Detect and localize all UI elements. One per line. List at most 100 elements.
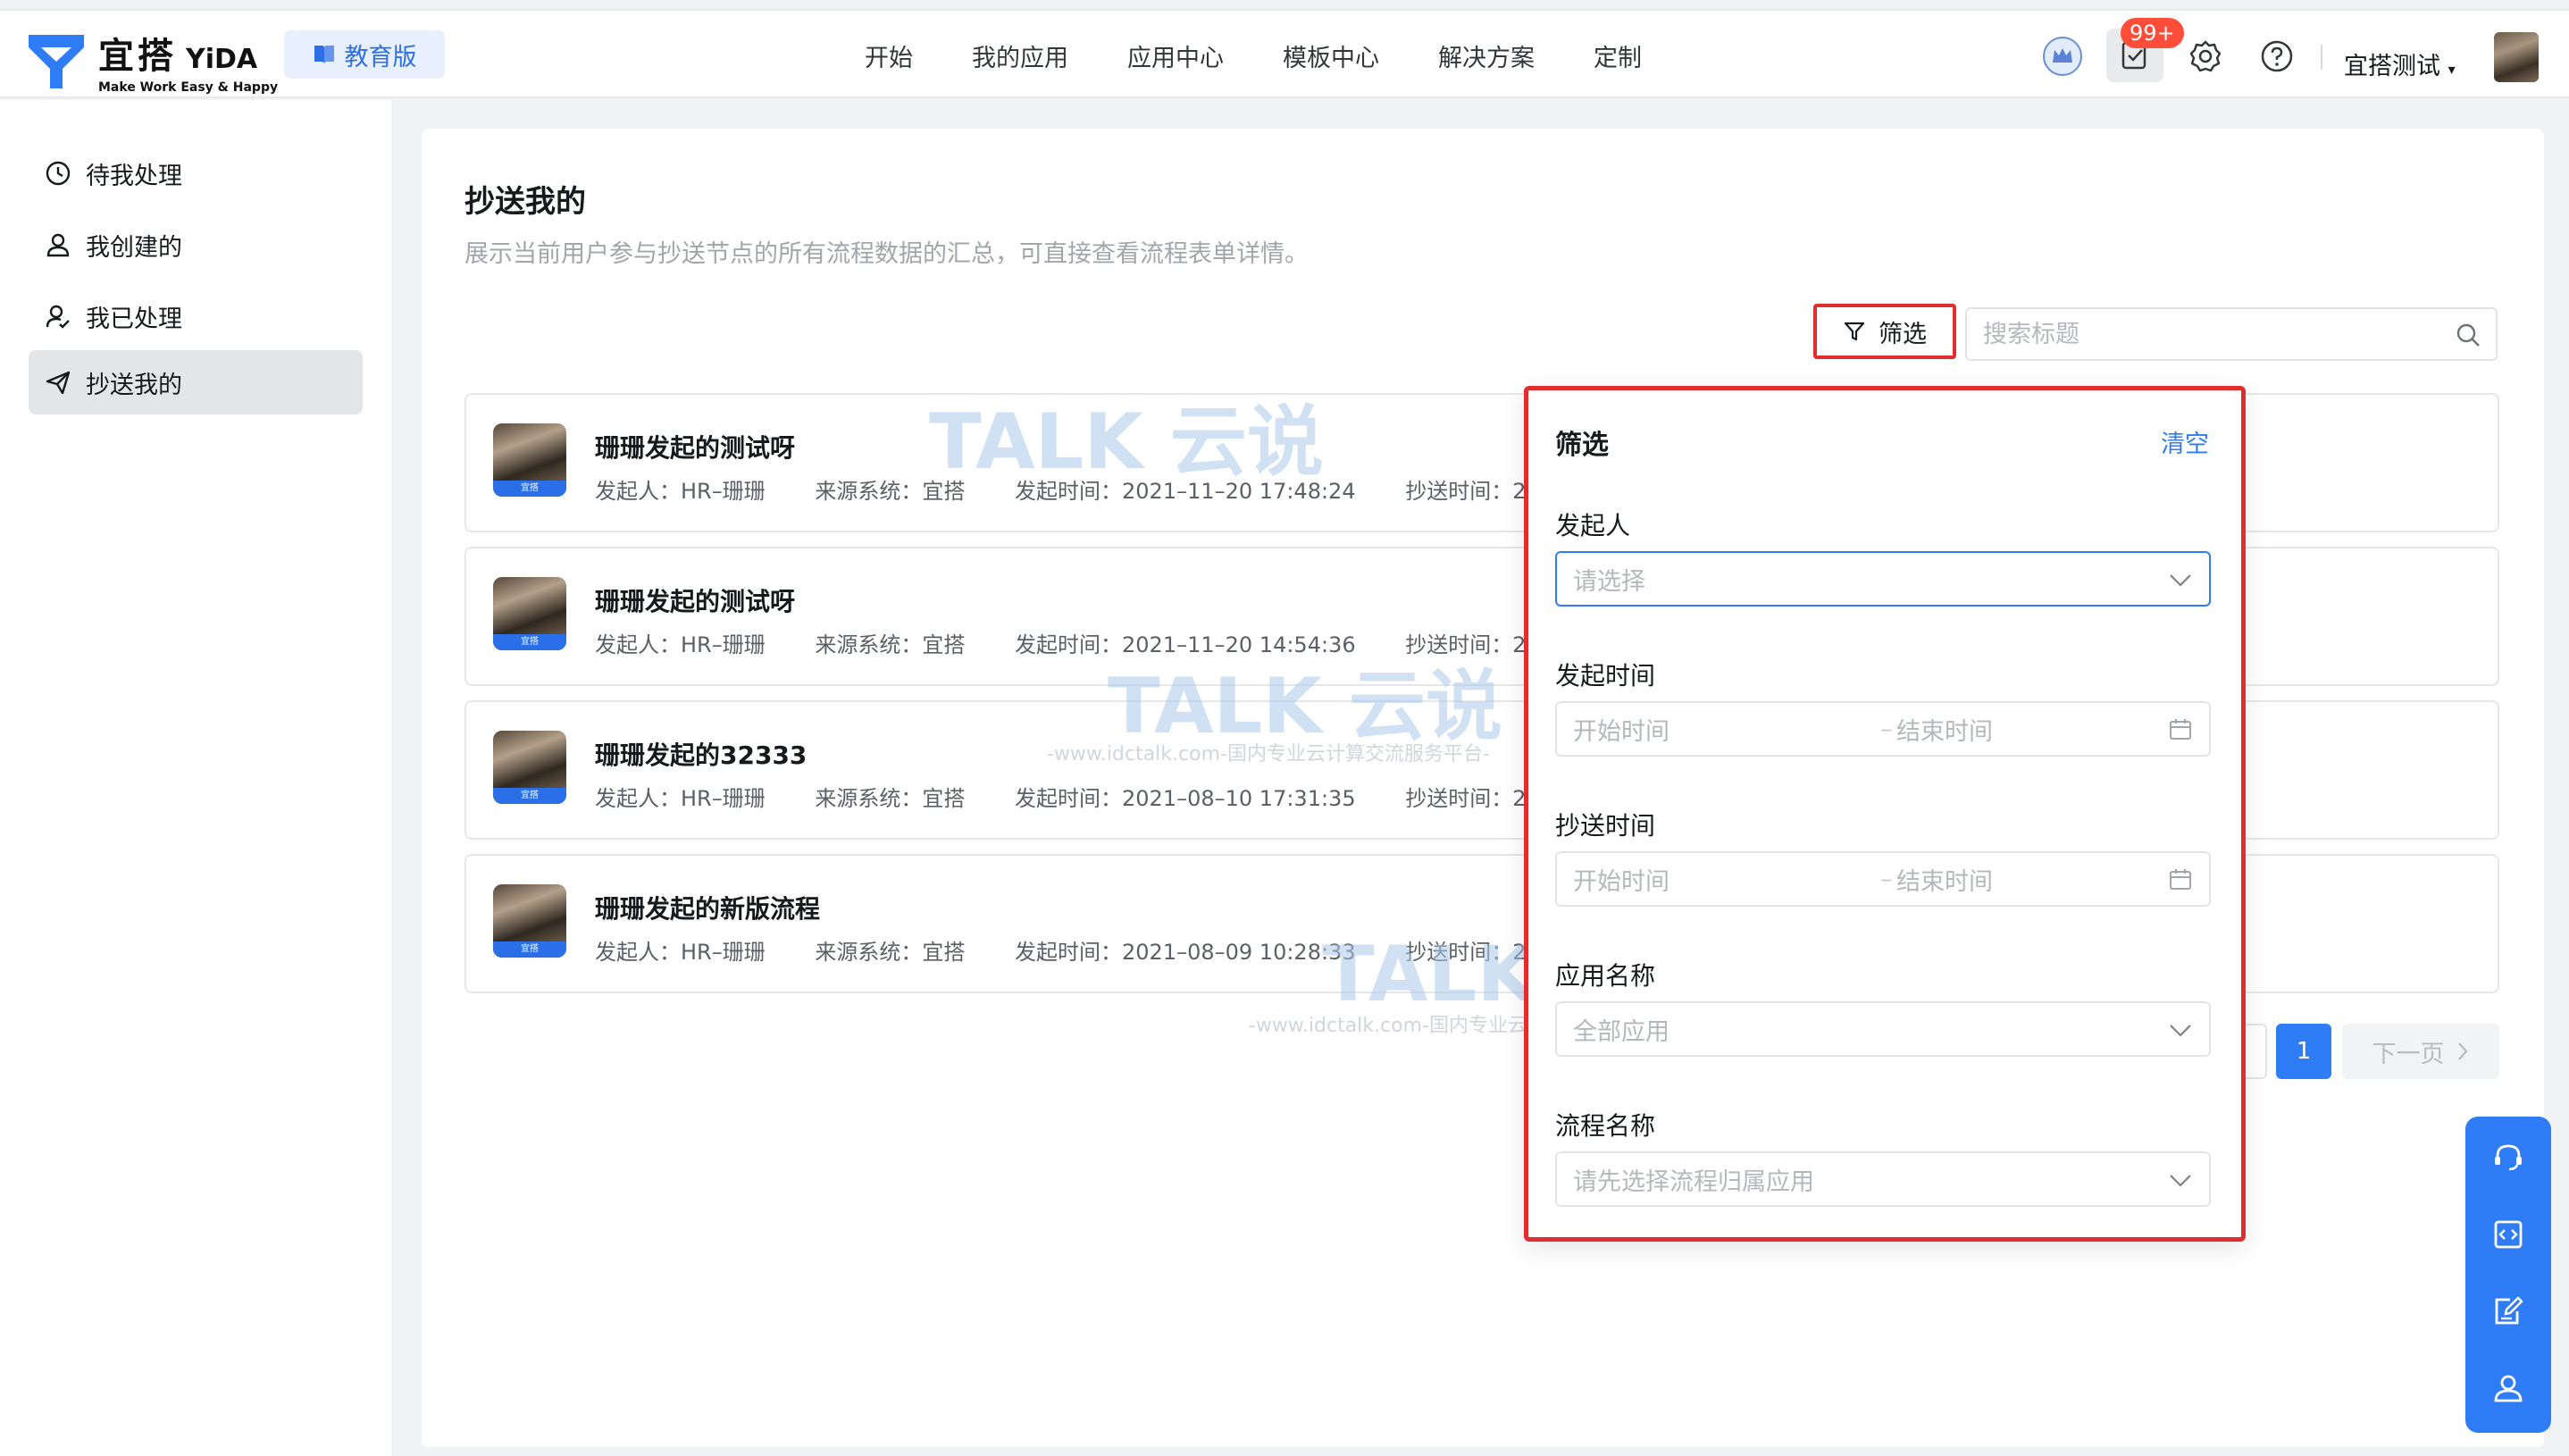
book-icon: [314, 46, 334, 64]
list-item-meta: 发起人：HR–珊珊 来源系统：宜搭 发起时间：2021–08–09 10:28:…: [595, 934, 1526, 966]
page-description: 展示当前用户参与抄送节点的所有流程数据的汇总，可直接查看流程表单详情。: [464, 240, 1309, 268]
yida-logo-icon: [29, 35, 84, 88]
range-end-placeholder: 结束时间: [1896, 717, 1993, 746]
range-separator: –: [1880, 715, 1893, 743]
initiator-select[interactable]: 请选择: [1555, 551, 2211, 607]
range-start-placeholder: 开始时间: [1573, 867, 1669, 896]
nav-template-center[interactable]: 模板中心: [1283, 38, 1379, 73]
app-slogan: Make Work Easy & Happy: [98, 80, 279, 95]
next-page-label: 下一页: [2372, 1040, 2445, 1068]
main-nav: 开始 我的应用 应用中心 模板中心 解决方案 定制: [865, 11, 1701, 100]
top-bar: 宜搭 YiDA Make Work Easy & Happy 教育版 开始 我的…: [0, 9, 2569, 98]
initiator: 发起人：HR–珊珊: [595, 632, 766, 657]
list-item-title: 珊珊发起的32333: [595, 741, 808, 770]
initiator: 发起人：HR–珊珊: [595, 940, 766, 965]
process-name-label: 流程名称: [1555, 1111, 1656, 1141]
start-time-label: 发起时间: [1555, 661, 1656, 690]
list-item-meta: 发起人：HR–珊珊 来源系统：宜搭 发起时间：2021–11–20 14:54:…: [595, 627, 1526, 658]
caret-down-icon: ▾: [2448, 61, 2456, 78]
list-item-title: 珊珊发起的新版流程: [595, 894, 821, 924]
edit-note-icon[interactable]: [2489, 1292, 2528, 1331]
source-system: 来源系统：宜搭: [815, 786, 966, 811]
range-end-placeholder: 结束时间: [1896, 867, 1993, 896]
cc-time-label: 抄送时间: [1555, 811, 1656, 841]
app-avatar: 宜搭: [493, 577, 566, 650]
sidebar-item-label: 我已处理: [86, 305, 182, 333]
calendar-icon: [2170, 719, 2191, 740]
start-time-range-picker[interactable]: 开始时间 – 结束时间: [1555, 701, 2211, 757]
filter-button-label: 筛选: [1879, 320, 1927, 348]
nav-customize[interactable]: 定制: [1594, 38, 1642, 73]
help-icon[interactable]: [2256, 36, 2297, 77]
app-name-cn: 宜搭: [98, 36, 177, 77]
app-name-label: 应用名称: [1555, 961, 1656, 991]
sidebar-item-created[interactable]: 我创建的: [29, 213, 363, 277]
app-logo[interactable]: 宜搭 YiDA Make Work Easy & Happy: [27, 27, 278, 95]
sidebar-item-pending[interactable]: 待我处理: [29, 141, 363, 205]
nav-start[interactable]: 开始: [865, 38, 913, 73]
start-time: 发起时间：2021–11–20 17:48:24: [1015, 479, 1356, 504]
range-separator: –: [1880, 865, 1893, 893]
filter-panel-title: 筛选: [1555, 430, 1609, 461]
filter-clear-link[interactable]: 清空: [2161, 424, 2209, 459]
user-avatar[interactable]: [2494, 32, 2539, 82]
search-box: [1965, 307, 2498, 361]
nav-app-center[interactable]: 应用中心: [1127, 38, 1224, 73]
app-avatar: 宜搭: [493, 423, 566, 497]
nav-solutions[interactable]: 解决方案: [1438, 38, 1535, 73]
search-input[interactable]: [1983, 320, 2430, 348]
filter-button[interactable]: 筛选: [1813, 304, 1956, 359]
page-number-current[interactable]: 1: [2276, 1024, 2331, 1079]
source-system: 来源系统：宜搭: [815, 632, 966, 657]
process-name-placeholder: 请先选择流程归属应用: [1573, 1167, 1814, 1196]
list-item-title: 珊珊发起的测试呀: [595, 433, 796, 463]
page-title: 抄送我的: [464, 184, 586, 220]
user-menu[interactable]: 宜搭测试 ▾: [2344, 46, 2456, 81]
chevron-down-icon: [2170, 1025, 2191, 1037]
cc-time-range-picker[interactable]: 开始时间 – 结束时间: [1555, 851, 2211, 907]
list-item-title: 珊珊发起的测试呀: [595, 587, 796, 616]
start-time: 发起时间：2021–11–20 14:54:36: [1015, 632, 1356, 657]
chevron-down-icon: [2170, 1175, 2191, 1187]
source-system: 来源系统：宜搭: [815, 479, 966, 504]
cc-time: 抄送时间：2021–: [1405, 786, 1526, 811]
app-name-value: 全部应用: [1573, 1017, 1669, 1046]
nav-my-apps[interactable]: 我的应用: [972, 38, 1068, 73]
gear-icon[interactable]: [2185, 36, 2226, 77]
sidebar: 待我处理 我创建的 我已处理 抄送我的: [0, 100, 391, 1456]
contact-icon[interactable]: [2489, 1368, 2528, 1408]
crown-icon[interactable]: [2042, 36, 2083, 77]
chevron-down-icon: [2170, 574, 2191, 587]
app-avatar: 宜搭: [493, 731, 566, 804]
floating-toolbar: [2465, 1117, 2551, 1433]
customer-service-icon[interactable]: [2489, 1138, 2528, 1177]
initiator: 发起人：HR–珊珊: [595, 479, 766, 504]
filter-icon: [1844, 322, 1865, 341]
source-system: 来源系统：宜搭: [815, 940, 966, 965]
calendar-icon: [2170, 869, 2191, 890]
search-icon[interactable]: [2455, 322, 2481, 348]
app-name-en: YiDA: [186, 44, 258, 75]
sidebar-item-cc[interactable]: 抄送我的: [29, 350, 363, 414]
initiator: 发起人：HR–珊珊: [595, 786, 766, 811]
process-name-select[interactable]: 请先选择流程归属应用: [1555, 1151, 2211, 1207]
app-name-select[interactable]: 全部应用: [1555, 1001, 2211, 1057]
edition-badge[interactable]: 教育版: [284, 30, 445, 79]
app-avatar: 宜搭: [493, 884, 566, 958]
chevron-right-icon: [2457, 1042, 2468, 1060]
cc-time: 抄送时间：2021–: [1405, 479, 1526, 504]
initiator-placeholder: 请选择: [1573, 567, 1645, 596]
start-time: 发起时间：2021–08–10 17:31:35: [1015, 786, 1356, 811]
cc-time: 抄送时间：2021: [1405, 940, 1526, 965]
list-item-meta: 发起人：HR–珊珊 来源系统：宜搭 发起时间：2021–11–20 17:48:…: [595, 473, 1526, 505]
user-check-icon: [46, 305, 70, 329]
sidebar-item-label: 抄送我的: [86, 371, 182, 399]
todo-count-badge: 99+: [2121, 18, 2184, 48]
send-icon: [46, 371, 71, 395]
sidebar-item-label: 我创建的: [86, 233, 182, 262]
sidebar-item-processed[interactable]: 我已处理: [29, 284, 363, 348]
edition-label: 教育版: [344, 43, 417, 71]
code-icon[interactable]: [2489, 1215, 2528, 1254]
next-page-button[interactable]: 下一页: [2342, 1024, 2499, 1079]
header-divider: [2321, 45, 2322, 70]
